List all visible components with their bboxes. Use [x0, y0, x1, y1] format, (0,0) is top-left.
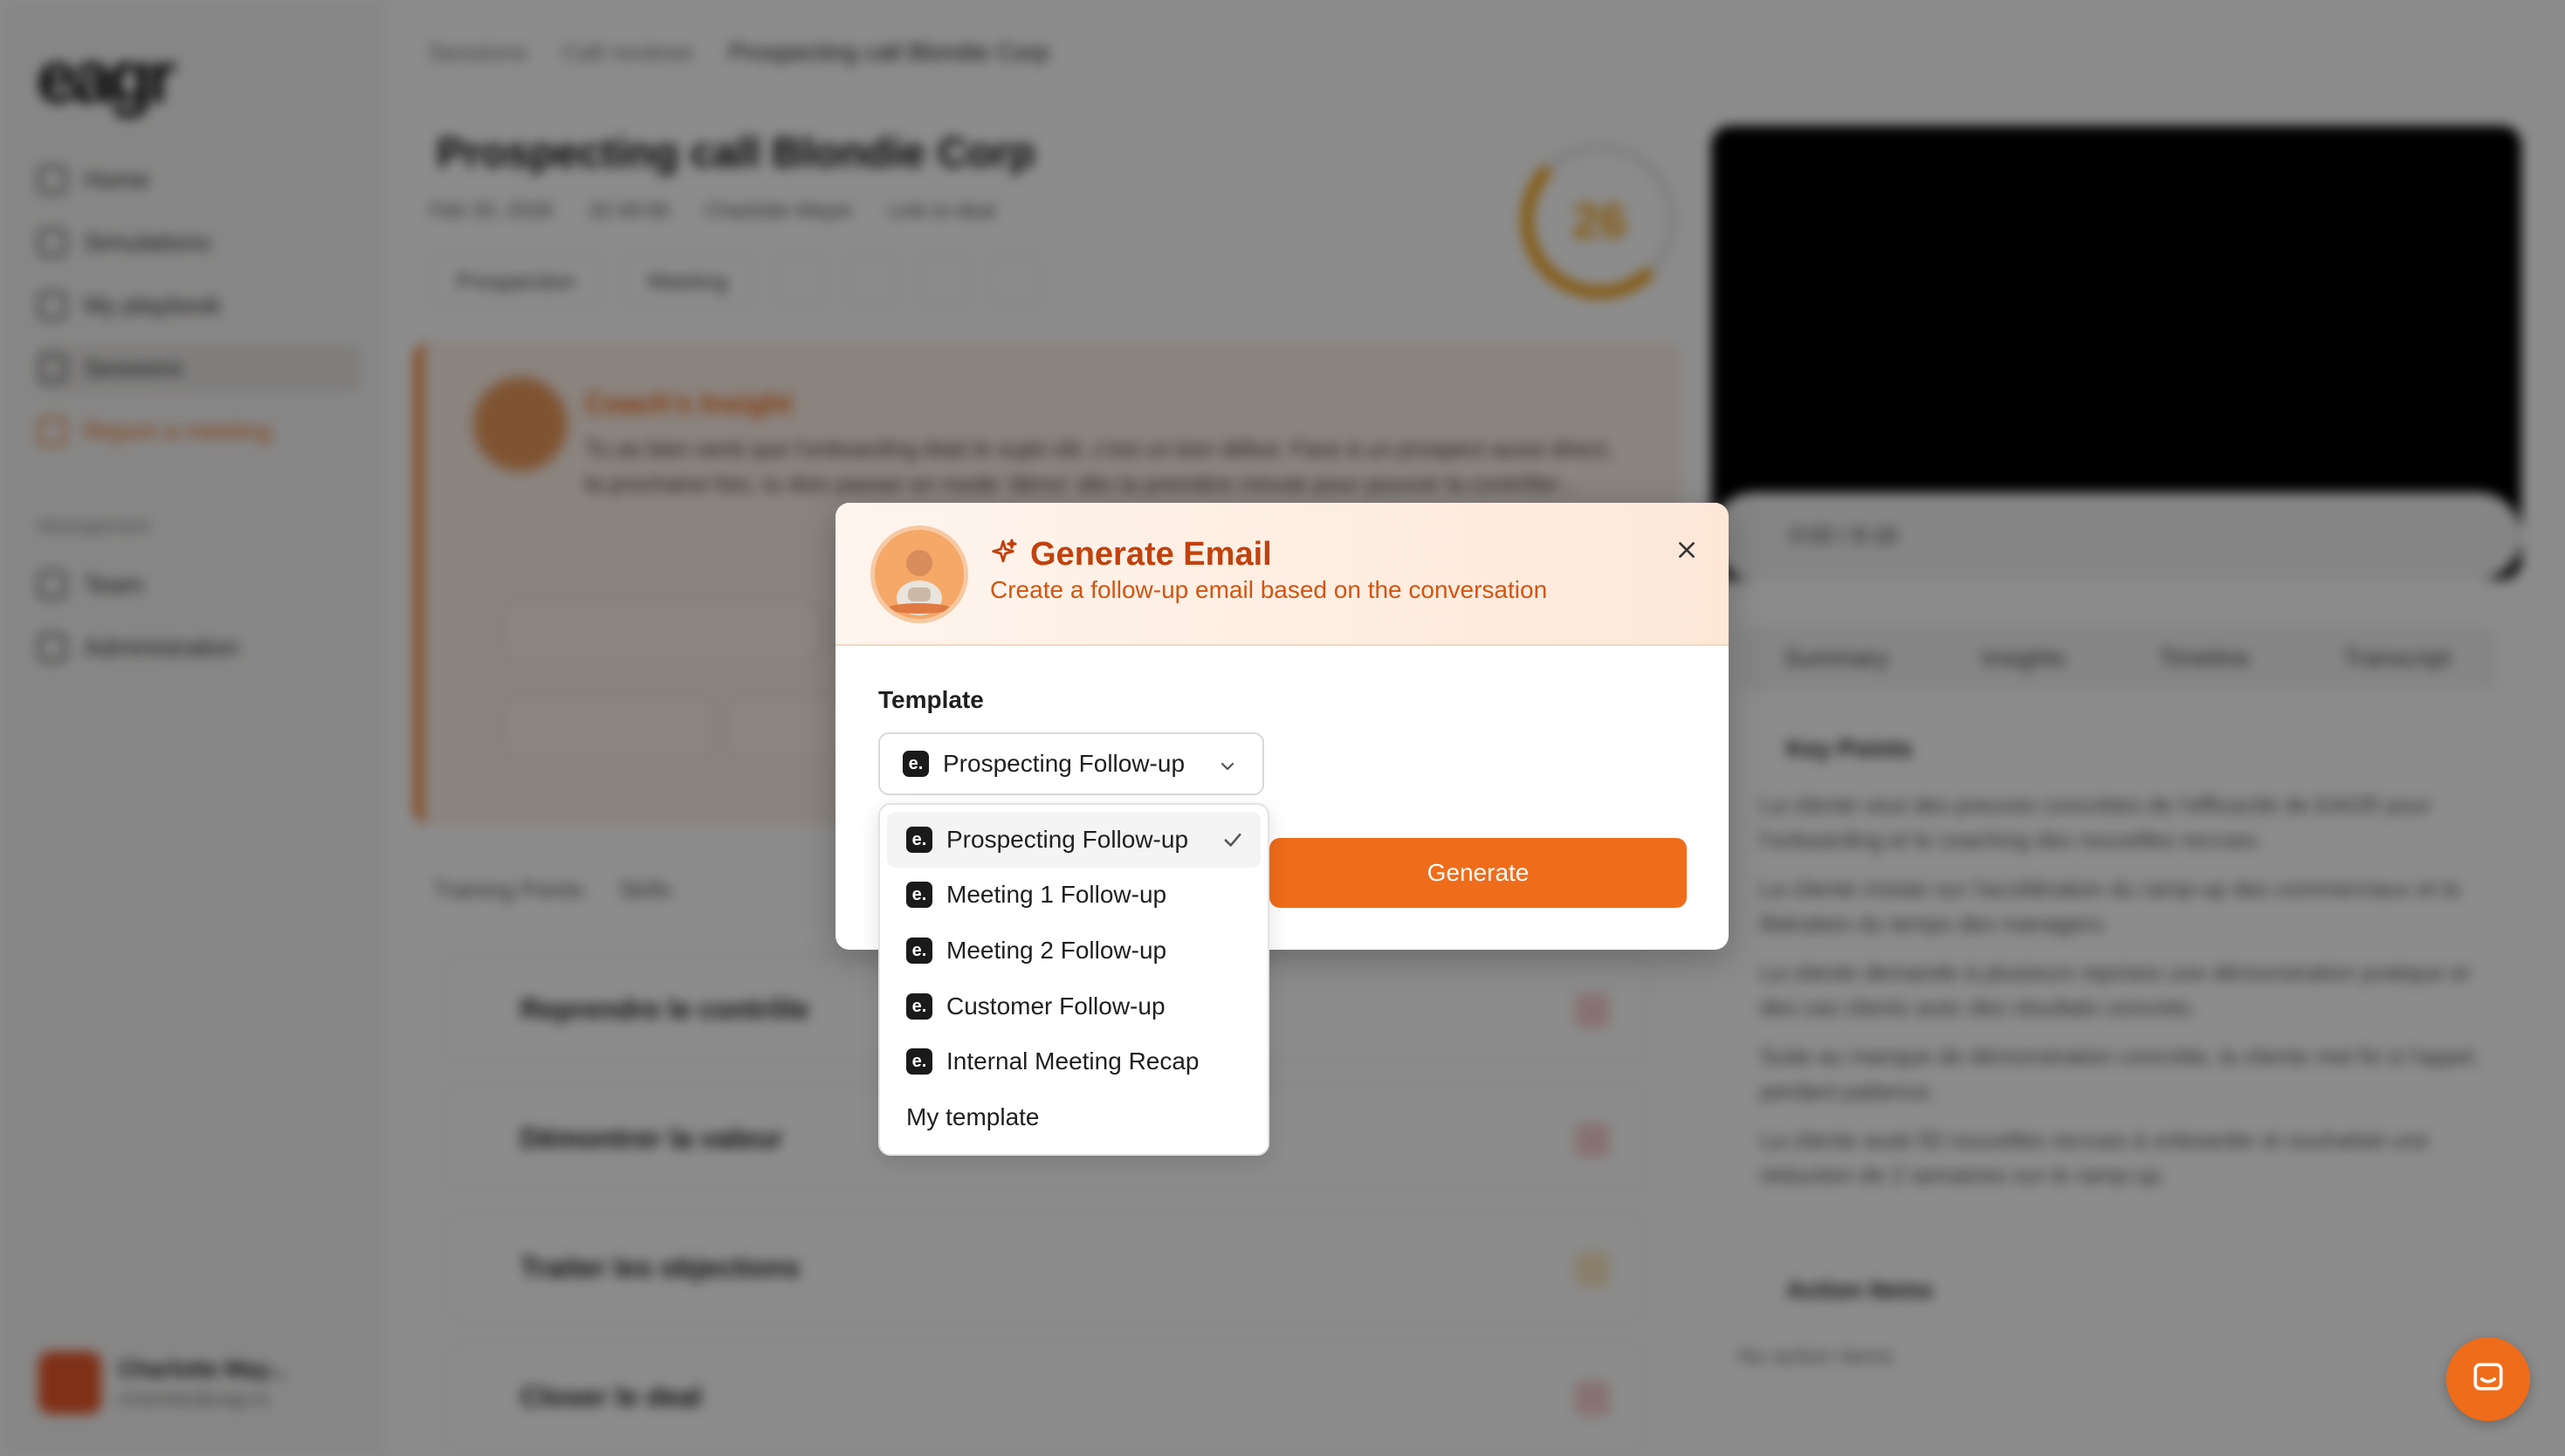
close-icon	[1675, 539, 1698, 566]
eagr-badge-icon: e.	[906, 826, 932, 853]
template-dropdown: e. Prospecting Follow-up e. Meeting 1 Fo…	[878, 803, 1269, 1156]
template-select[interactable]: e. Prospecting Follow-up	[878, 732, 1264, 795]
eagr-badge-icon: e.	[906, 1048, 932, 1075]
generate-button-label: Generate	[1427, 859, 1530, 886]
template-option[interactable]: e. Internal Meeting Recap	[887, 1034, 1261, 1089]
modal-title: Generate Email	[1030, 536, 1272, 573]
chevron-down-icon	[1217, 755, 1238, 783]
check-icon	[1221, 828, 1245, 858]
modal-header: Generate Email Create a follow-up email …	[836, 503, 1729, 646]
sparkles-icon	[988, 538, 1018, 572]
eagr-badge-icon: e.	[903, 751, 929, 777]
template-option[interactable]: My template	[887, 1089, 1261, 1145]
template-label: Template	[878, 686, 984, 713]
close-button[interactable]	[1668, 532, 1706, 571]
template-select-value: Prospecting Follow-up	[943, 750, 1186, 777]
modal-subtitle: Create a follow-up email based on the co…	[990, 576, 1548, 603]
chat-support-button[interactable]	[2446, 1337, 2530, 1421]
template-option[interactable]: e. Meeting 2 Follow-up	[887, 923, 1261, 979]
eagr-badge-icon: e.	[906, 992, 932, 1020]
template-option[interactable]: e. Customer Follow-up	[887, 979, 1261, 1034]
eagr-badge-icon: e.	[906, 882, 932, 909]
coach-avatar	[870, 525, 968, 623]
eagr-badge-icon: e.	[906, 937, 932, 964]
chat-icon	[2469, 1358, 2507, 1401]
template-option[interactable]: e. Prospecting Follow-up	[887, 812, 1261, 868]
template-option[interactable]: e. Meeting 1 Follow-up	[887, 868, 1261, 924]
generate-button[interactable]: Generate	[1269, 838, 1687, 908]
